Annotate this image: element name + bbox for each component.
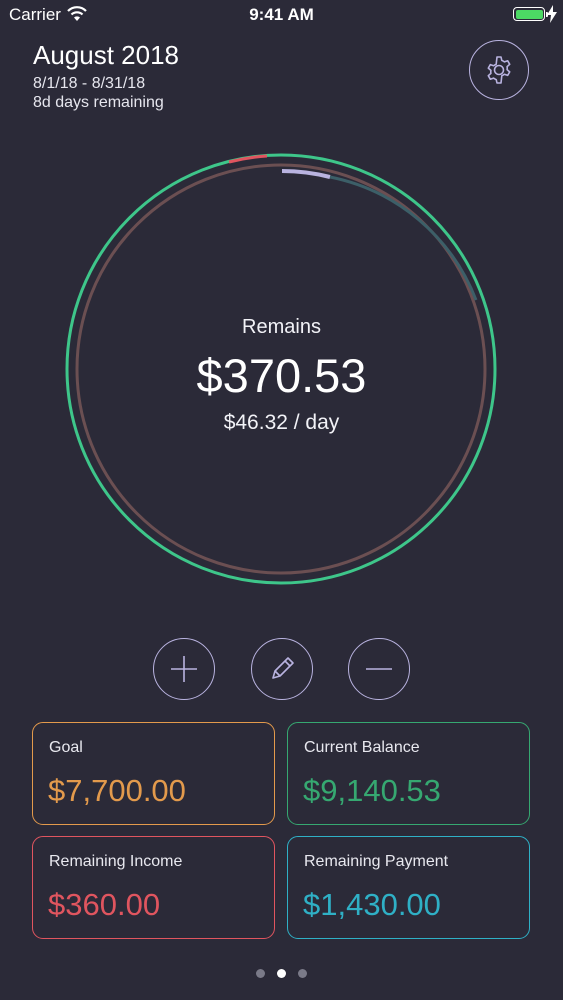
budget-ring [65, 153, 497, 585]
pencil-icon [272, 657, 294, 679]
page-indicator[interactable] [0, 969, 563, 979]
page-dot[interactable] [277, 969, 286, 978]
remaining-income-title: Remaining Income [49, 853, 183, 870]
page-dot[interactable] [256, 969, 265, 978]
remaining-payment-value: $1,430.00 [303, 887, 441, 922]
current-balance-value: $9,140.53 [303, 773, 441, 808]
remaining-income-card[interactable]: Remaining Income $360.00 [32, 836, 275, 939]
page-dot[interactable] [298, 969, 307, 978]
per-day-amount: $46.32 / day [223, 411, 340, 434]
remains-amount: $370.53 [196, 349, 367, 402]
goal-value: $7,700.00 [48, 773, 186, 808]
remaining-payment-title: Remaining Payment [304, 853, 449, 870]
remains-label: Remains [242, 316, 321, 338]
subtract-button[interactable] [348, 638, 410, 700]
current-balance-title: Current Balance [304, 739, 420, 756]
plus-icon [171, 656, 197, 682]
remaining-payment-card[interactable]: Remaining Payment $1,430.00 [287, 836, 530, 939]
minus-icon [366, 668, 392, 670]
current-balance-card[interactable]: Current Balance $9,140.53 [287, 722, 530, 825]
remaining-income-value: $360.00 [48, 887, 161, 922]
add-button[interactable] [153, 638, 215, 700]
ring-segment-teal [329, 175, 478, 301]
ring-segment-purple [281, 169, 331, 179]
edit-button[interactable] [251, 638, 313, 700]
goal-card[interactable]: Goal $7,700.00 [32, 722, 275, 825]
goal-title: Goal [49, 739, 83, 756]
